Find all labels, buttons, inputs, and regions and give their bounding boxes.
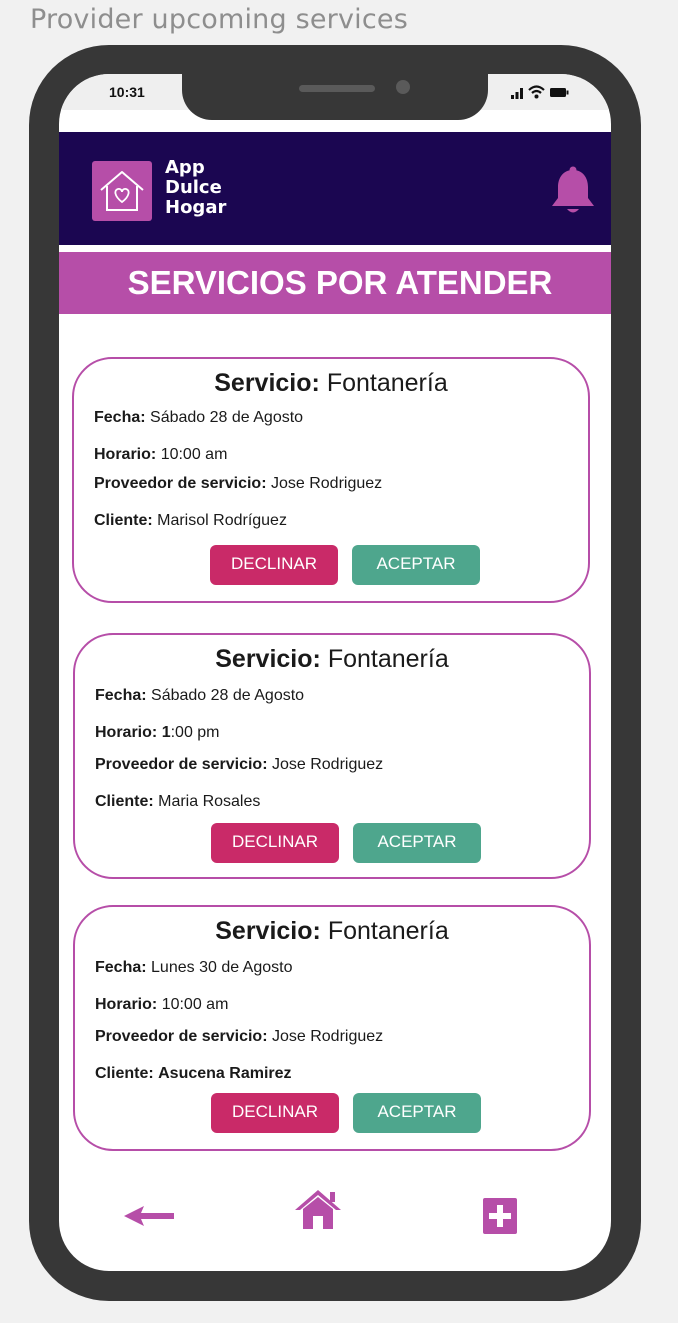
time-label: Horario: — [94, 446, 157, 463]
client-label: Cliente: — [95, 793, 154, 810]
app-name: App Dulce Hogar — [165, 158, 226, 218]
screen-caption: Provider upcoming services — [30, 4, 408, 35]
service-title: Servicio: Fontanería — [75, 917, 589, 946]
house-heart-icon — [100, 171, 144, 211]
accept-button[interactable]: ACEPTAR — [353, 823, 481, 863]
time-label: Horario: — [95, 996, 158, 1013]
signal-icon — [511, 88, 523, 99]
app-screen: 10:31 App Dulce Hogar SERVICIOS POR ATEN… — [59, 74, 611, 1271]
app-name-line: Dulce — [165, 177, 222, 198]
wifi-icon — [528, 85, 545, 99]
service-card: Servicio: Fontanería Fecha: Lunes 30 de … — [73, 905, 591, 1151]
date-row: Fecha: Sábado 28 de Agosto — [94, 409, 303, 427]
decline-button[interactable]: DECLINAR — [210, 545, 338, 585]
accept-button[interactable]: ACEPTAR — [352, 545, 480, 585]
date-label: Fecha: — [95, 687, 147, 704]
service-type: Fontanería — [327, 645, 449, 673]
bottom-navigation — [59, 1182, 611, 1242]
provider-row: Proveedor de servicio: Jose Rodriguez — [94, 475, 382, 493]
service-card: Servicio: Fontanería Fecha: Sábado 28 de… — [73, 633, 591, 879]
front-camera — [396, 80, 410, 94]
provider-value: Jose Rodriguez — [270, 475, 383, 492]
decline-button[interactable]: DECLINAR — [211, 823, 339, 863]
date-label: Fecha: — [95, 959, 147, 976]
app-logo[interactable] — [92, 161, 152, 221]
time-value-rest: :00 pm — [170, 724, 220, 741]
system-status-icons — [511, 85, 569, 99]
time-row: Horario: 10:00 am — [95, 996, 228, 1014]
app-name-line: App — [165, 157, 205, 178]
service-label: Servicio: — [215, 917, 321, 945]
battery-icon — [550, 88, 569, 97]
service-title: Servicio: Fontanería — [75, 645, 589, 674]
provider-row: Proveedor de servicio: Jose Rodriguez — [95, 1028, 383, 1046]
client-value: Maria Rosales — [158, 793, 261, 810]
client-value: Marisol Rodríguez — [157, 512, 287, 529]
date-row: Fecha: Lunes 30 de Agosto — [95, 959, 292, 977]
client-row: Cliente: Marisol Rodríguez — [94, 512, 287, 530]
service-label: Servicio: — [215, 645, 321, 673]
date-value: Sábado 28 de Agosto — [151, 687, 305, 704]
plus-square-icon[interactable] — [483, 1198, 517, 1234]
app-header: App Dulce Hogar — [59, 132, 611, 245]
date-value: Sábado 28 de Agosto — [150, 409, 304, 426]
time-value-hour: 1 — [161, 724, 171, 741]
time-value: 10:00 am — [160, 446, 228, 463]
status-time: 10:31 — [109, 84, 145, 100]
client-row: Cliente: Asucena Ramirez — [95, 1065, 292, 1083]
provider-label: Proveedor de servicio: — [94, 475, 267, 492]
client-value: Asucena Ramirez — [158, 1065, 292, 1082]
time-value: 10:00 am — [161, 996, 229, 1013]
provider-row: Proveedor de servicio: Jose Rodriguez — [95, 756, 383, 774]
time-label: Horario: — [95, 724, 158, 741]
service-type: Fontanería — [327, 917, 449, 945]
home-icon[interactable] — [293, 1188, 343, 1230]
client-row: Cliente: Maria Rosales — [95, 793, 260, 811]
arrow-left-icon[interactable] — [122, 1202, 176, 1232]
page-title: SERVICIOS POR ATENDER — [59, 252, 611, 314]
provider-label: Proveedor de servicio: — [95, 756, 268, 773]
provider-value: Jose Rodriguez — [271, 756, 384, 773]
decline-button[interactable]: DECLINAR — [211, 1093, 339, 1133]
service-type: Fontanería — [326, 369, 448, 397]
date-value: Lunes 30 de Agosto — [151, 959, 293, 976]
date-row: Fecha: Sábado 28 de Agosto — [95, 687, 304, 705]
provider-label: Proveedor de servicio: — [95, 1028, 268, 1045]
date-label: Fecha: — [94, 409, 146, 426]
service-label: Servicio: — [214, 369, 320, 397]
time-row: Horario: 10:00 am — [94, 446, 227, 464]
time-row: Horario: 1:00 pm — [95, 724, 220, 742]
speaker-grille — [299, 85, 375, 92]
accept-button[interactable]: ACEPTAR — [353, 1093, 481, 1133]
header-divider — [59, 245, 611, 251]
client-label: Cliente: — [94, 512, 153, 529]
bell-icon[interactable] — [549, 166, 597, 216]
service-title: Servicio: Fontanería — [74, 369, 588, 398]
app-name-line: Hogar — [165, 197, 227, 218]
phone-notch — [182, 74, 488, 120]
service-card: Servicio: Fontanería Fecha: Sábado 28 de… — [72, 357, 590, 603]
provider-value: Jose Rodriguez — [271, 1028, 384, 1045]
client-label: Cliente: — [95, 1065, 154, 1082]
